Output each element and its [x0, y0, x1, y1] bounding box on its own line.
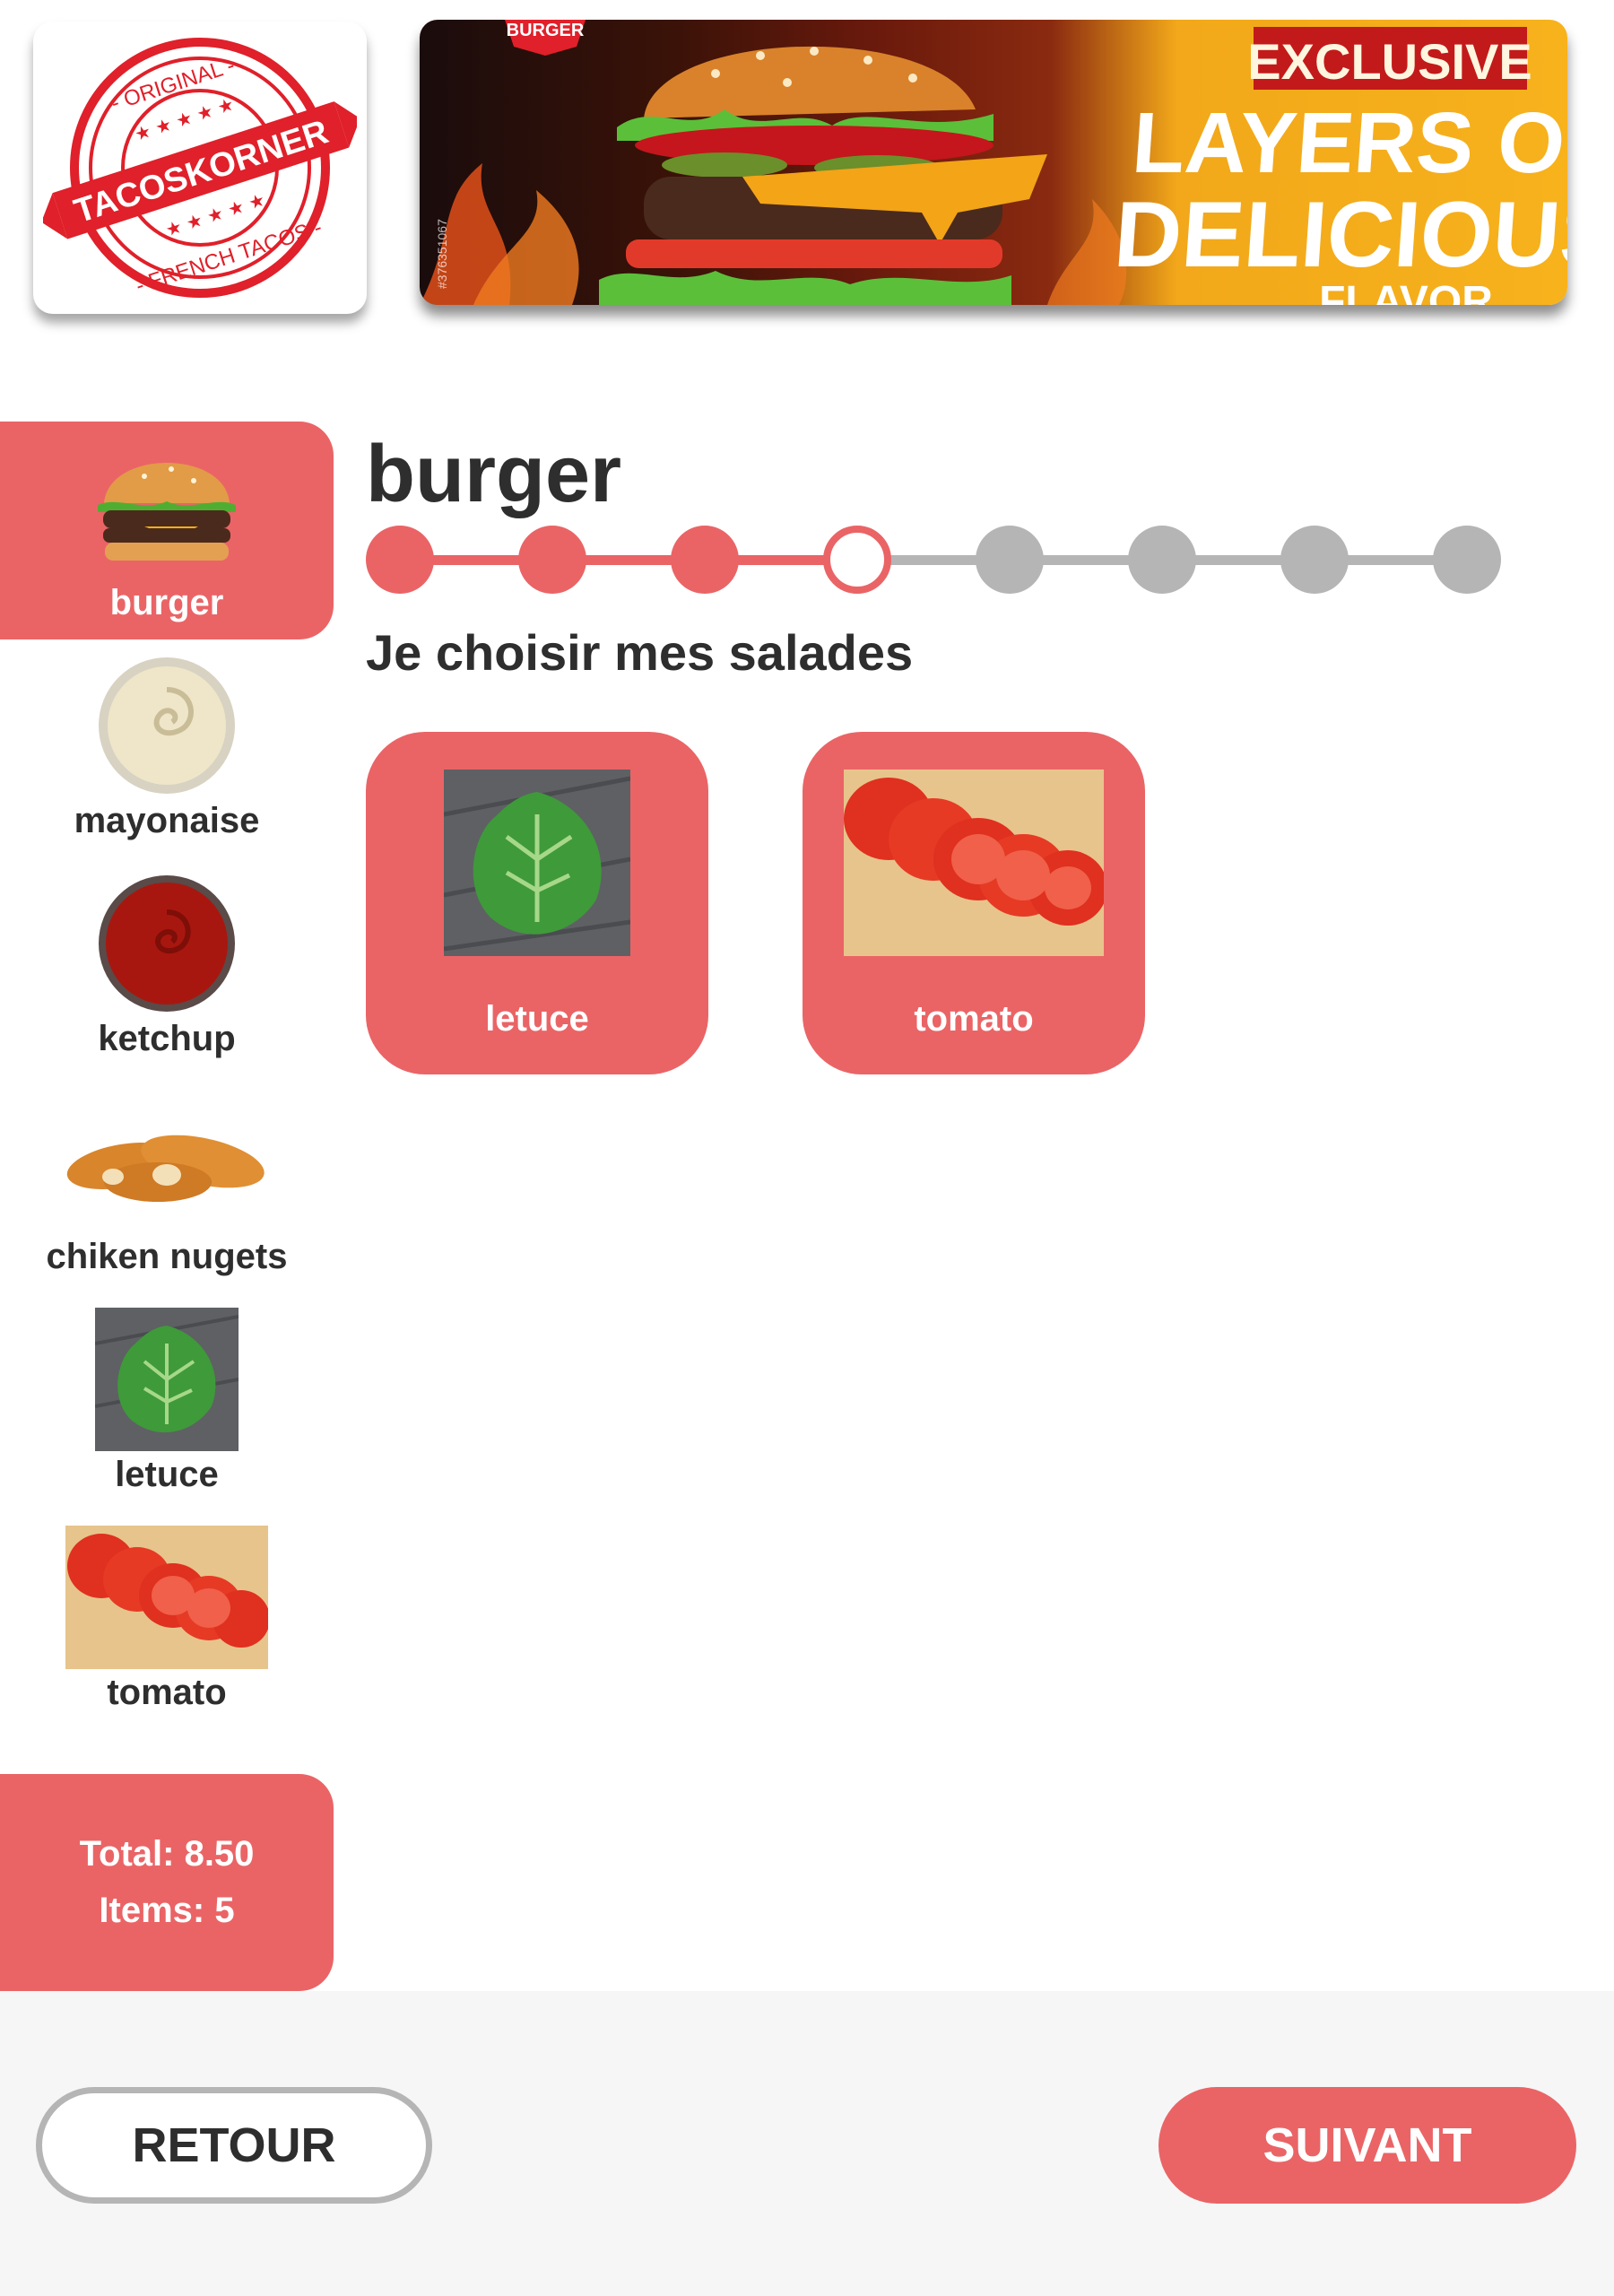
choice-card-letuce[interactable]: letuce — [366, 732, 708, 1074]
stepper-dot-4 — [823, 526, 891, 594]
sidebar-item-burger[interactable]: burger — [0, 422, 334, 639]
tomato-photo — [844, 770, 1104, 956]
sidebar-item-label: letuce — [115, 1455, 219, 1494]
svg-text:#376351067: #376351067 — [435, 219, 449, 289]
stepper-dot-2 — [518, 526, 586, 594]
chicken-nuggets-icon — [59, 1090, 274, 1233]
back-button[interactable]: RETOUR — [36, 2087, 432, 2204]
order-item-count: Items: 5 — [99, 1891, 235, 1930]
svg-text:LAYERS OF: LAYERS OF — [1129, 95, 1567, 191]
svg-text:FLAVOR: FLAVOR — [1319, 278, 1493, 305]
stepper-dot-7 — [1280, 526, 1349, 594]
stepper-dot-5 — [976, 526, 1044, 594]
category-sidebar: burger mayonaise ketchup chiken nugets l… — [0, 422, 334, 1729]
lettuce-photo — [86, 1308, 247, 1451]
tomato-photo — [65, 1526, 268, 1669]
stepper-dot-3 — [671, 526, 739, 594]
svg-text:BURGER: BURGER — [507, 21, 585, 40]
choice-card-tomato[interactable]: tomato — [803, 732, 1145, 1074]
restaurant-logo-card: - ORIGINAL - - FRENCH TACOS - ★ ★ ★ ★ ★ … — [33, 22, 367, 314]
choice-label: tomato — [914, 999, 1034, 1039]
page-title: burger — [366, 430, 622, 519]
step-instruction: Je choisir mes salades — [366, 624, 914, 681]
sidebar-item-chiken-nugets[interactable]: chiken nugets — [0, 1075, 334, 1293]
sidebar-item-tomato[interactable]: tomato — [0, 1511, 334, 1729]
footer-bar: RETOUR SUIVANT — [0, 1991, 1614, 2296]
sidebar-item-label: tomato — [107, 1673, 227, 1712]
sidebar-item-label: ketchup — [98, 1019, 236, 1058]
burger-promo-artwork: BURGER #376351067 EXCLUSIVE LAYERS OF DE… — [420, 20, 1567, 305]
svg-text:EXCLUSIVE: EXCLUSIVE — [1247, 33, 1532, 90]
sidebar-item-label: burger — [109, 583, 224, 622]
sidebar-item-ketchup[interactable]: ketchup — [0, 857, 334, 1075]
stepper-dot-1 — [366, 526, 434, 594]
promo-banner[interactable]: BURGER #376351067 EXCLUSIVE LAYERS OF DE… — [420, 20, 1567, 305]
stepper-dot-8 — [1433, 526, 1501, 594]
ketchup-bowl-icon — [86, 872, 247, 1015]
mayonnaise-bowl-icon — [86, 654, 247, 797]
burger-icon — [86, 436, 247, 579]
sidebar-item-letuce[interactable]: letuce — [0, 1293, 334, 1511]
sidebar-item-mayonaise[interactable]: mayonaise — [0, 639, 334, 857]
svg-text:DELICIOUS: DELICIOUS — [1111, 183, 1567, 287]
sidebar-item-label: chiken nugets — [46, 1237, 288, 1276]
lettuce-photo — [444, 770, 630, 956]
order-total: Total: 8.50 — [79, 1834, 255, 1874]
order-summary: Total: 8.50 Items: 5 — [0, 1774, 334, 1991]
next-button[interactable]: SUIVANT — [1158, 2087, 1576, 2204]
stepper-dot-6 — [1128, 526, 1196, 594]
sidebar-item-label: mayonaise — [74, 801, 260, 840]
choice-label: letuce — [485, 999, 589, 1039]
tacoskorner-stamp-logo: - ORIGINAL - - FRENCH TACOS - ★ ★ ★ ★ ★ … — [43, 38, 357, 299]
progress-stepper — [366, 526, 1501, 594]
